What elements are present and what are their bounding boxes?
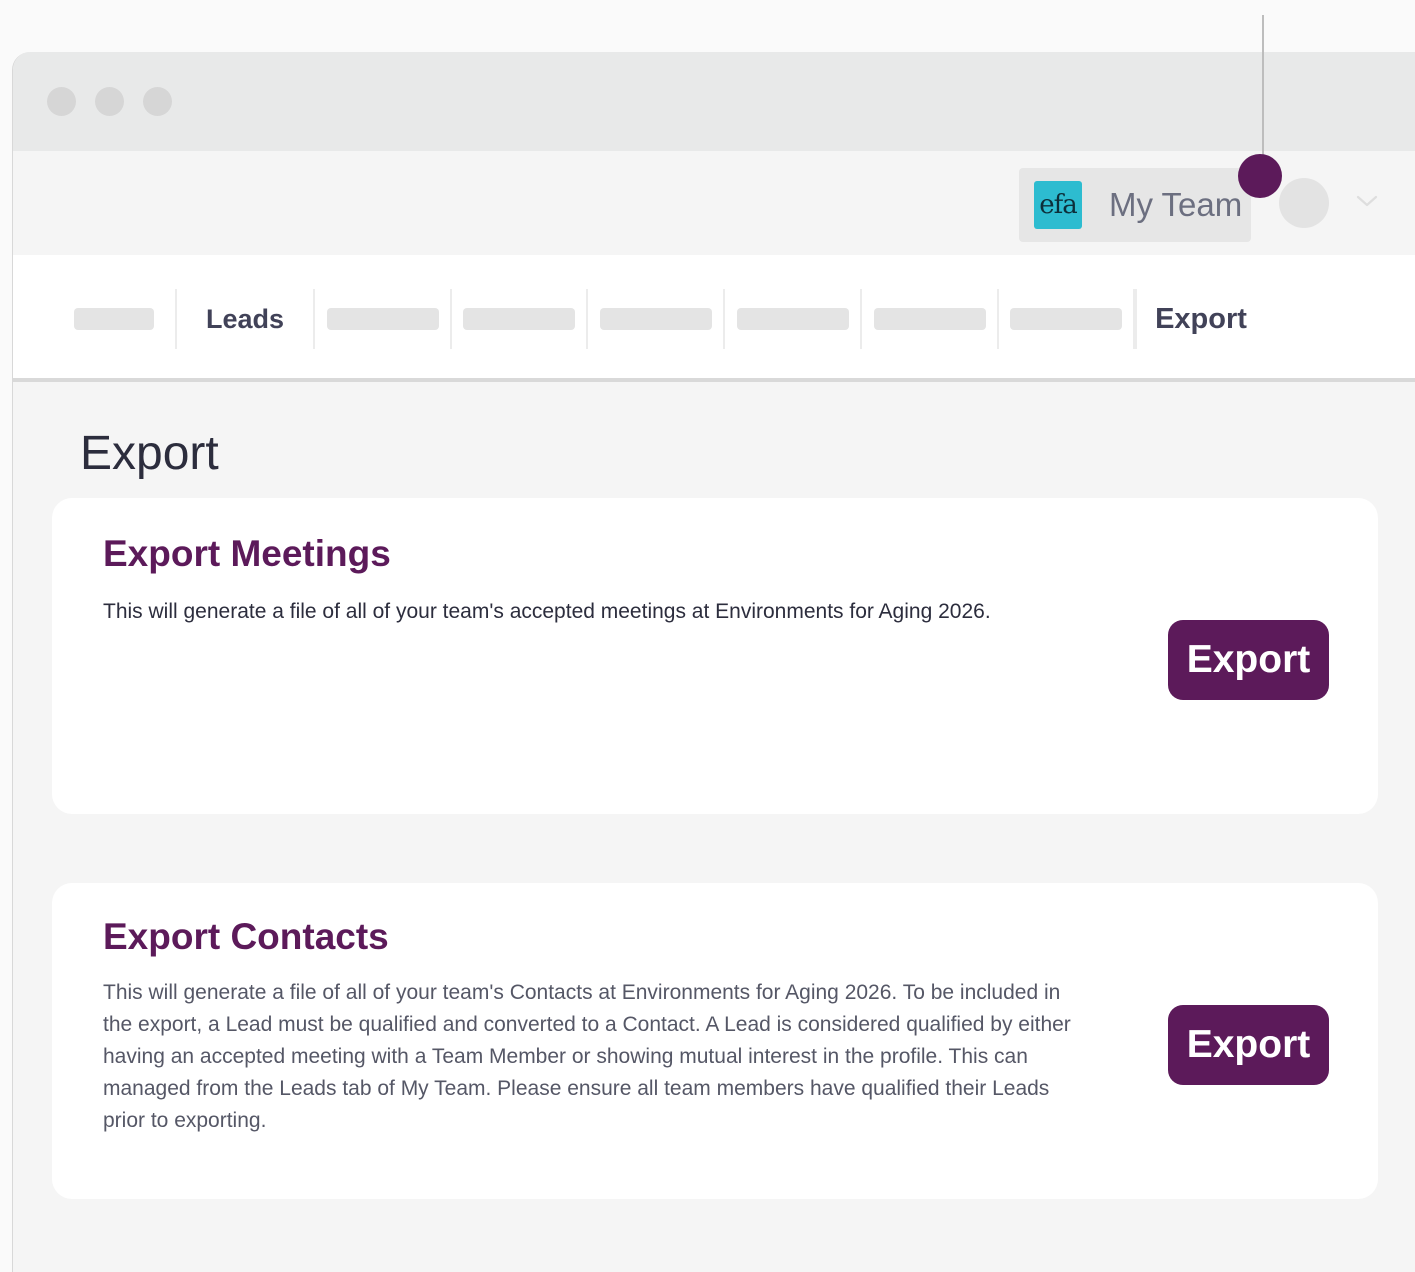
tab-label-placeholder bbox=[873, 308, 986, 330]
callout-pointer-line bbox=[1262, 15, 1264, 175]
card-description: This will generate a file of all of your… bbox=[103, 981, 1071, 1132]
tab-placeholder-6[interactable] bbox=[725, 289, 862, 349]
card-title: Export Contacts bbox=[103, 916, 389, 957]
card-description: This will generate a file of all of your… bbox=[103, 600, 991, 623]
tab-label-placeholder bbox=[463, 308, 575, 330]
window-titlebar bbox=[13, 52, 1415, 151]
team-logo: efa bbox=[1034, 181, 1082, 229]
window-close-dot[interactable] bbox=[47, 87, 76, 116]
page-title: Export bbox=[80, 427, 219, 480]
tab-placeholder-8[interactable] bbox=[999, 289, 1135, 349]
tab-placeholder-5[interactable] bbox=[588, 289, 725, 349]
team-switcher-label: My Team bbox=[1109, 186, 1243, 223]
window-minimize-dot[interactable] bbox=[95, 87, 124, 116]
team-switcher[interactable]: efa My Team bbox=[1019, 168, 1251, 242]
tab-placeholder-4[interactable] bbox=[452, 289, 588, 349]
export-meetings-button[interactable]: Export bbox=[1168, 620, 1329, 700]
app-topbar: efa My Team bbox=[13, 151, 1415, 255]
tab-label-placeholder bbox=[74, 308, 154, 330]
window-maximize-dot[interactable] bbox=[143, 87, 172, 116]
card-title: Export Meetings bbox=[103, 533, 391, 574]
callout-pointer-dot bbox=[1238, 154, 1282, 198]
tab-bar: Leads Export bbox=[13, 255, 1415, 382]
avatar[interactable] bbox=[1279, 178, 1329, 228]
chevron-down-icon[interactable] bbox=[1355, 189, 1379, 213]
tab-label-placeholder bbox=[1010, 308, 1122, 330]
tab-placeholder-7[interactable] bbox=[862, 289, 999, 349]
tab-label-placeholder bbox=[599, 308, 712, 330]
export-contacts-button[interactable]: Export bbox=[1168, 1005, 1329, 1085]
tab-label: Export bbox=[1155, 302, 1247, 335]
export-meetings-card: Export Meetings This will generate a fil… bbox=[52, 498, 1378, 814]
tab-label-placeholder bbox=[326, 308, 439, 330]
tab-leads[interactable]: Leads bbox=[177, 289, 315, 349]
tab-label-placeholder bbox=[736, 308, 849, 330]
tab-placeholder-1[interactable] bbox=[53, 289, 177, 349]
browser-window: efa My Team Leads Export Export Export M… bbox=[12, 52, 1415, 1272]
export-contacts-card: Export Contacts This will generate a fil… bbox=[52, 883, 1378, 1199]
tab-placeholder-3[interactable] bbox=[315, 289, 452, 349]
tab-label: Leads bbox=[205, 303, 285, 334]
tab-export[interactable]: Export bbox=[1135, 289, 1265, 349]
